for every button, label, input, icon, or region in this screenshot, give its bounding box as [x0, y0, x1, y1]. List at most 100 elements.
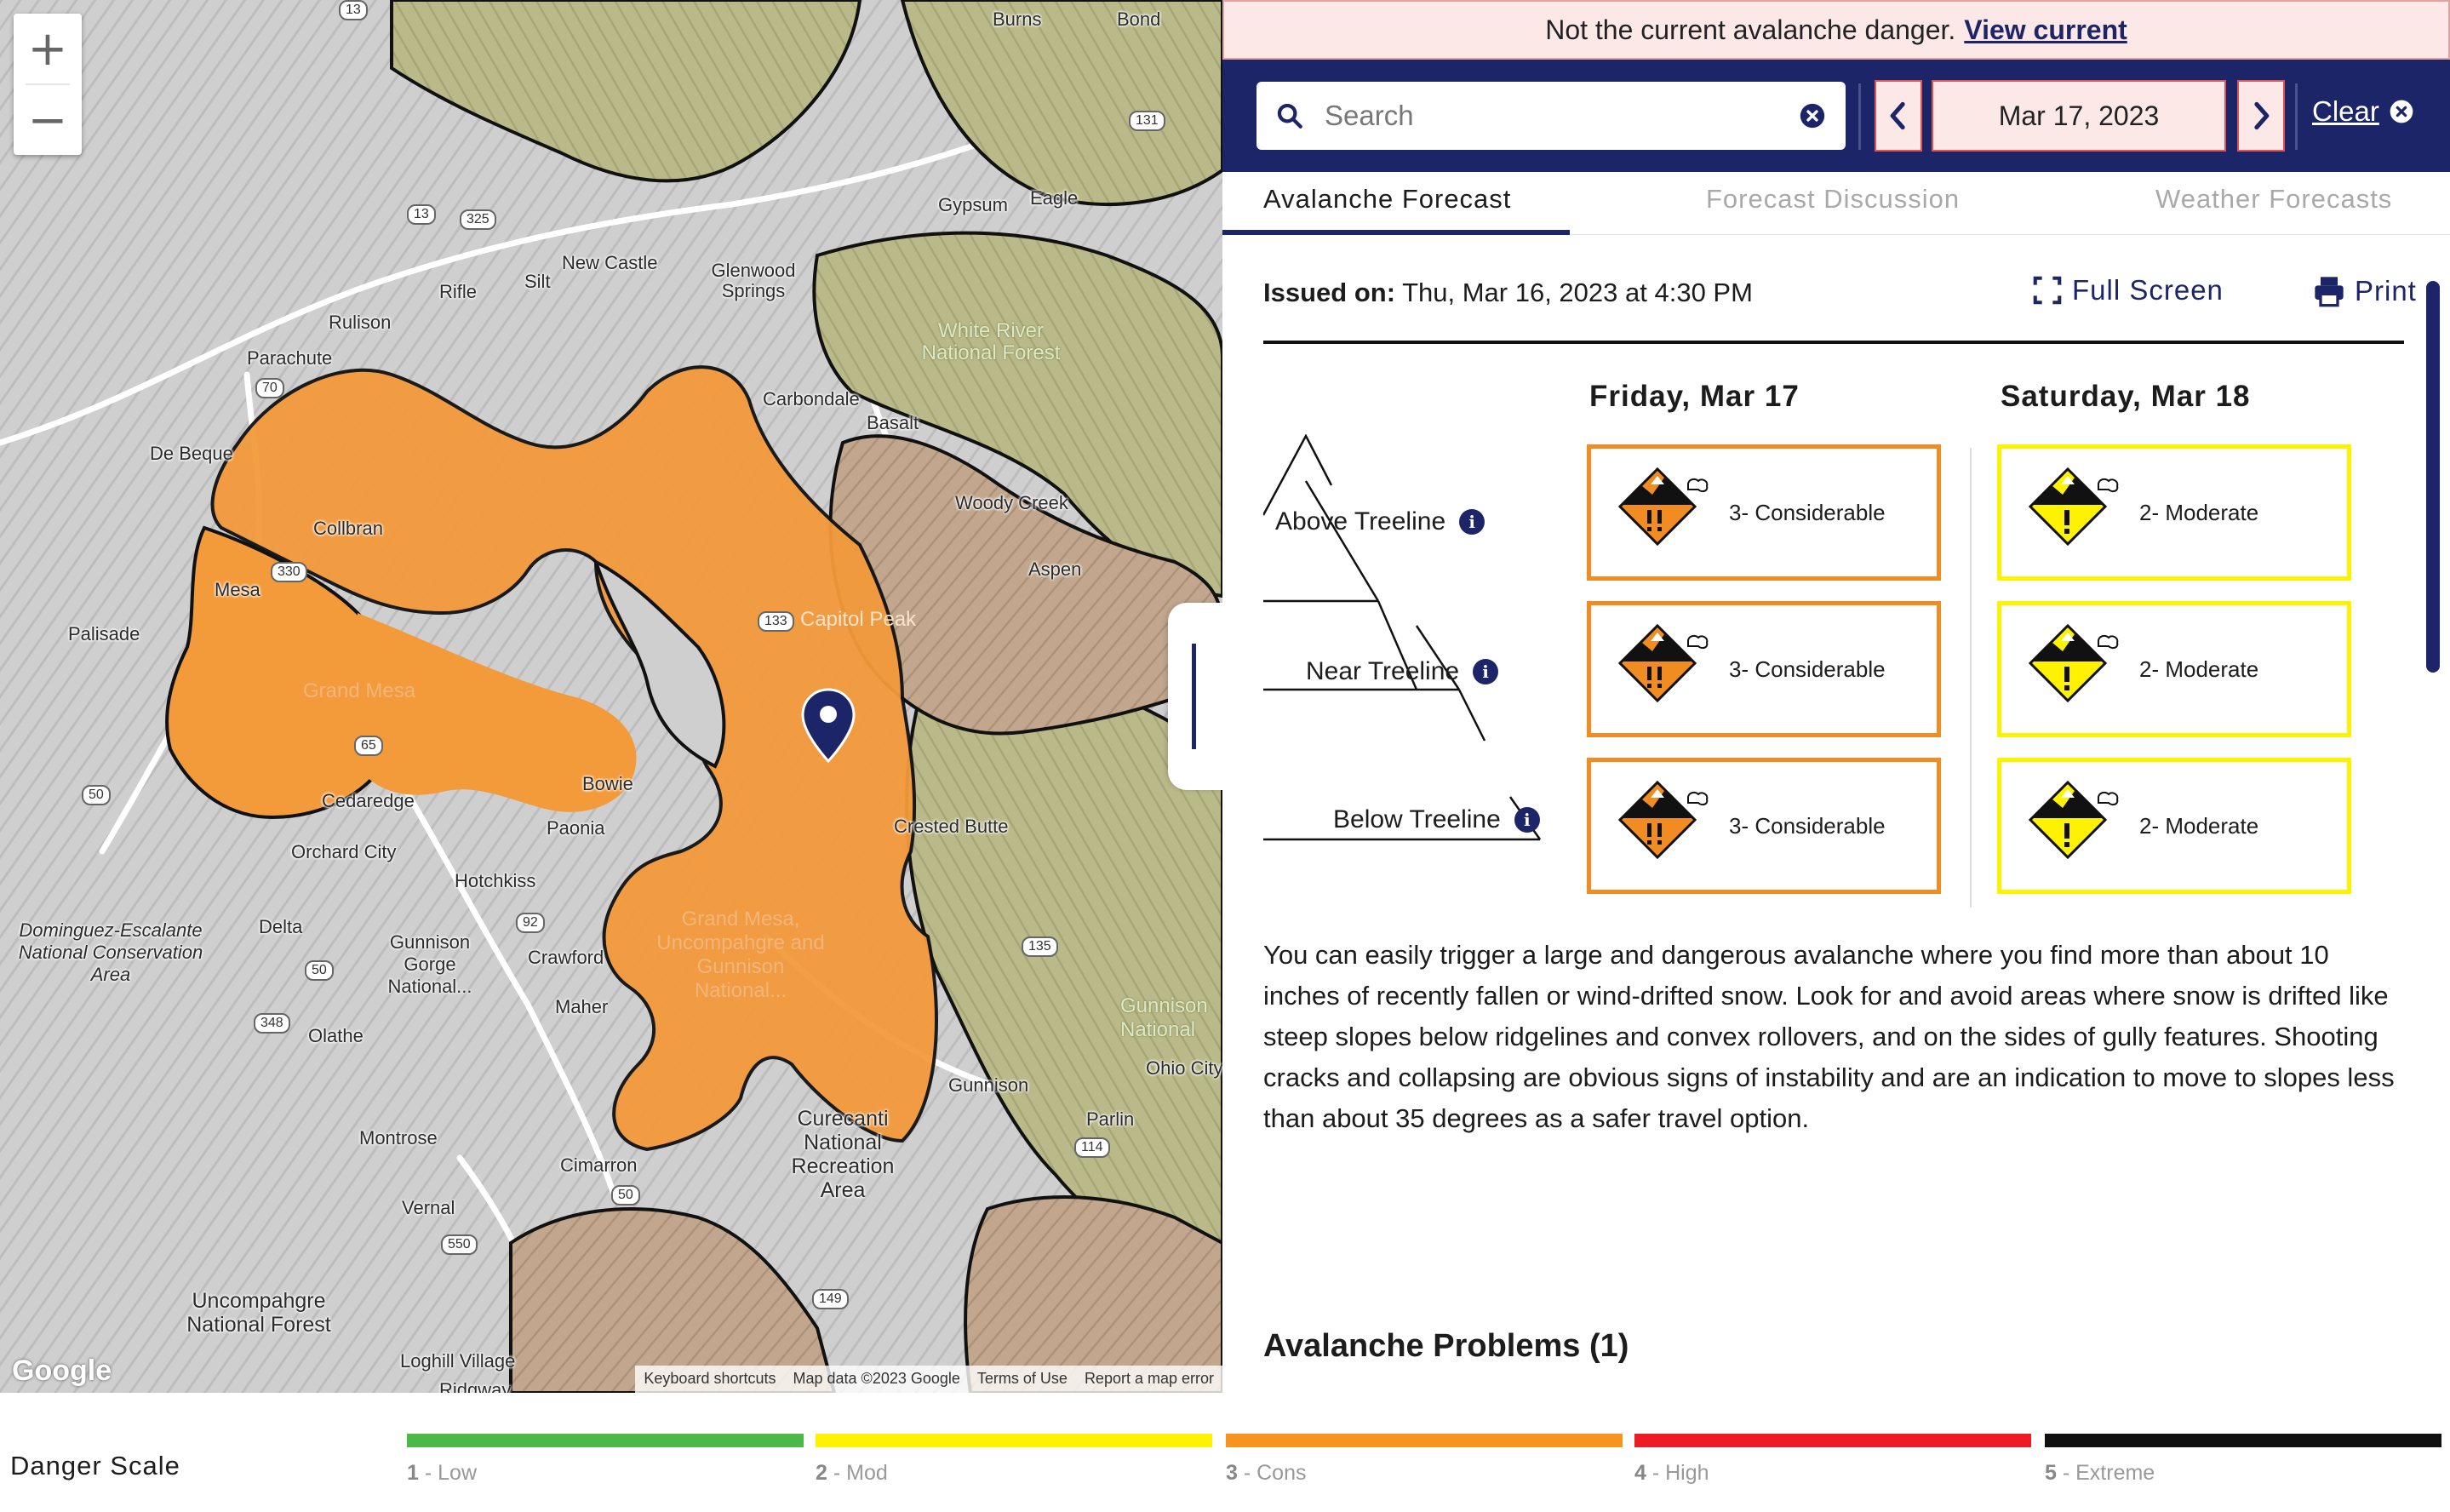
info-icon[interactable]: i	[1514, 807, 1540, 833]
danger-rating-box[interactable]: 2- Moderate	[1997, 601, 2351, 737]
map-zoom-control: + −	[14, 14, 82, 155]
view-current-link[interactable]: View current	[1964, 14, 2127, 46]
info-icon[interactable]: i	[1473, 659, 1499, 684]
map-place-label: Olathe	[308, 1025, 363, 1046]
report-map-error-link[interactable]: Report a map error	[1076, 1366, 1222, 1393]
highway-shield: 13	[339, 0, 368, 20]
map-place-label: Woody Creek	[955, 492, 1068, 513]
danger-rating-label: 2- Moderate	[2139, 656, 2259, 682]
highway-shield: 348	[254, 1013, 290, 1034]
danger-rating-label: 2- Moderate	[2139, 499, 2259, 525]
map-place-label: Cimarron	[560, 1154, 638, 1176]
terms-of-use-link[interactable]: Terms of Use	[969, 1366, 1076, 1393]
danger-scale-bar	[1634, 1434, 2031, 1447]
location-pin-icon[interactable]	[800, 688, 856, 765]
moderate-danger-icon	[2028, 467, 2119, 547]
clear-search-icon[interactable]	[1798, 101, 1827, 130]
date-picker[interactable]: Mar 17, 2023	[1932, 80, 2226, 152]
danger-rating-box[interactable]: 3- Considerable	[1587, 444, 1941, 581]
considerable-danger-icon	[1617, 623, 1709, 703]
map-place-label: Bowie	[582, 773, 633, 794]
elevation-label: Below Treeline	[1333, 805, 1501, 833]
danger-rating-label: 3- Considerable	[1729, 656, 1886, 682]
highway-shield: 149	[812, 1289, 849, 1309]
danger-scale-level: 4 - High	[1634, 1434, 2031, 1486]
danger-scale-level: 5 - Extreme	[2045, 1434, 2441, 1486]
map-place-label: Gunnison National	[1120, 994, 1208, 1041]
map-place-label: New Castle	[562, 252, 658, 273]
elevation-row-label: Below Treeline i	[1333, 805, 1540, 834]
map[interactable]: Burns Bond Gypsum Eagle New Castle Glenw…	[0, 0, 1222, 1393]
search-input[interactable]	[1325, 100, 1798, 132]
map-place-label: Loghill Village	[400, 1350, 516, 1372]
elevation-label: Above Treeline	[1275, 507, 1446, 536]
danger-rating-label: 2- Moderate	[2139, 812, 2259, 839]
map-place-label: De Beque	[150, 443, 233, 464]
navbar: Mar 17, 2023 Clear	[1222, 60, 2450, 172]
danger-scale-bar	[407, 1434, 804, 1447]
day-title: Friday, Mar 17	[1589, 380, 1800, 413]
danger-rating-box[interactable]: 2- Moderate	[1997, 758, 2351, 894]
avalanche-problems-heading: Avalanche Problems (1)	[1263, 1328, 1629, 1364]
highway-shield: 50	[82, 785, 111, 805]
not-current-alert: Not the current avalanche danger. View c…	[1222, 0, 2450, 60]
danger-rating-box[interactable]: 3- Considerable	[1587, 601, 1941, 737]
forecast-tabs: Avalanche Forecast Forecast Discussion W…	[1222, 172, 2450, 235]
map-place-label: Hotchkiss	[455, 870, 536, 891]
map-place-label: Montrose	[359, 1127, 438, 1148]
map-place-label: Burns	[993, 9, 1042, 30]
map-place-label: Dominguez-Escalante National Conservatio…	[18, 919, 203, 985]
map-place-label: Crawford	[528, 947, 604, 968]
map-data-text: Map data ©2023 Google	[793, 1370, 960, 1387]
highway-shield: 131	[1129, 111, 1165, 131]
full-screen-button[interactable]: Full Screen	[2031, 274, 2224, 306]
clear-button[interactable]: Clear	[2312, 95, 2415, 128]
keyboard-shortcuts-link[interactable]: Keyboard shortcuts	[635, 1366, 784, 1393]
info-icon[interactable]: i	[1459, 509, 1485, 535]
danger-rating-box[interactable]: 2- Moderate	[1997, 444, 2351, 581]
danger-level-number: 4	[1634, 1461, 1646, 1485]
zoom-out-button[interactable]: −	[14, 85, 82, 155]
map-place-label: White River National Forest	[921, 319, 1061, 364]
highway-shield: 92	[516, 913, 545, 933]
map-attribution: Keyboard shortcuts Map data ©2023 Google…	[635, 1366, 1222, 1393]
navbar-divider	[2295, 83, 2298, 150]
danger-scale-bar	[2045, 1434, 2441, 1447]
elevation-label: Near Treeline	[1306, 657, 1460, 685]
tab-avalanche-forecast[interactable]: Avalanche Forecast	[1263, 172, 1511, 215]
danger-level-label: - High	[1651, 1461, 1709, 1485]
map-place-label: Collbran	[313, 518, 383, 539]
map-place-label: Paonia	[547, 817, 605, 839]
zoom-in-button[interactable]: +	[14, 14, 82, 83]
moderate-danger-icon	[2028, 780, 2119, 860]
google-logo: Google	[12, 1354, 112, 1387]
print-button[interactable]: Print	[2312, 274, 2417, 308]
search-icon	[1277, 103, 1302, 129]
issued-info: Issued on: Thu, Mar 16, 2023 at 4:30 PM	[1263, 278, 1753, 308]
map-place-label: Crested Butte	[894, 816, 1009, 837]
highway-shield: 70	[255, 378, 284, 398]
map-place-label: Parachute	[247, 347, 333, 369]
highway-shield: 133	[758, 611, 794, 632]
danger-rating-grid: Friday, Mar 17 Saturday, Mar 18 Above Tr…	[1263, 344, 2404, 931]
danger-rating-box[interactable]: 3- Considerable	[1587, 758, 1941, 894]
panel-collapse-handle[interactable]	[1168, 603, 1222, 790]
previous-date-button[interactable]	[1875, 80, 1922, 152]
chevron-right-icon	[2254, 101, 2270, 130]
tab-weather-forecasts[interactable]: Weather Forecasts	[2155, 172, 2392, 215]
column-divider	[1970, 448, 1972, 908]
chevron-left-icon	[1890, 101, 1905, 130]
search-box[interactable]	[1256, 82, 1846, 150]
map-place-label: Uncompahgre National Forest	[186, 1289, 331, 1337]
map-place-label: Delta	[259, 916, 303, 937]
danger-level-number: 1	[407, 1461, 419, 1485]
map-place-label: Aspen	[1028, 558, 1082, 580]
danger-scale: Danger Scale 1 - Low 2 - Mod 3 - Cons 4 …	[0, 1393, 2450, 1512]
close-icon	[2390, 100, 2413, 123]
scrollbar[interactable]	[2426, 281, 2440, 673]
map-place-label: Grand Mesa, Uncompahgre and Gunnison Nat…	[656, 908, 825, 1002]
tab-forecast-discussion[interactable]: Forecast Discussion	[1706, 172, 1960, 215]
next-date-button[interactable]	[2237, 80, 2285, 152]
highway-shield: 135	[1022, 936, 1058, 957]
map-place-label: Eagle	[1030, 187, 1079, 209]
